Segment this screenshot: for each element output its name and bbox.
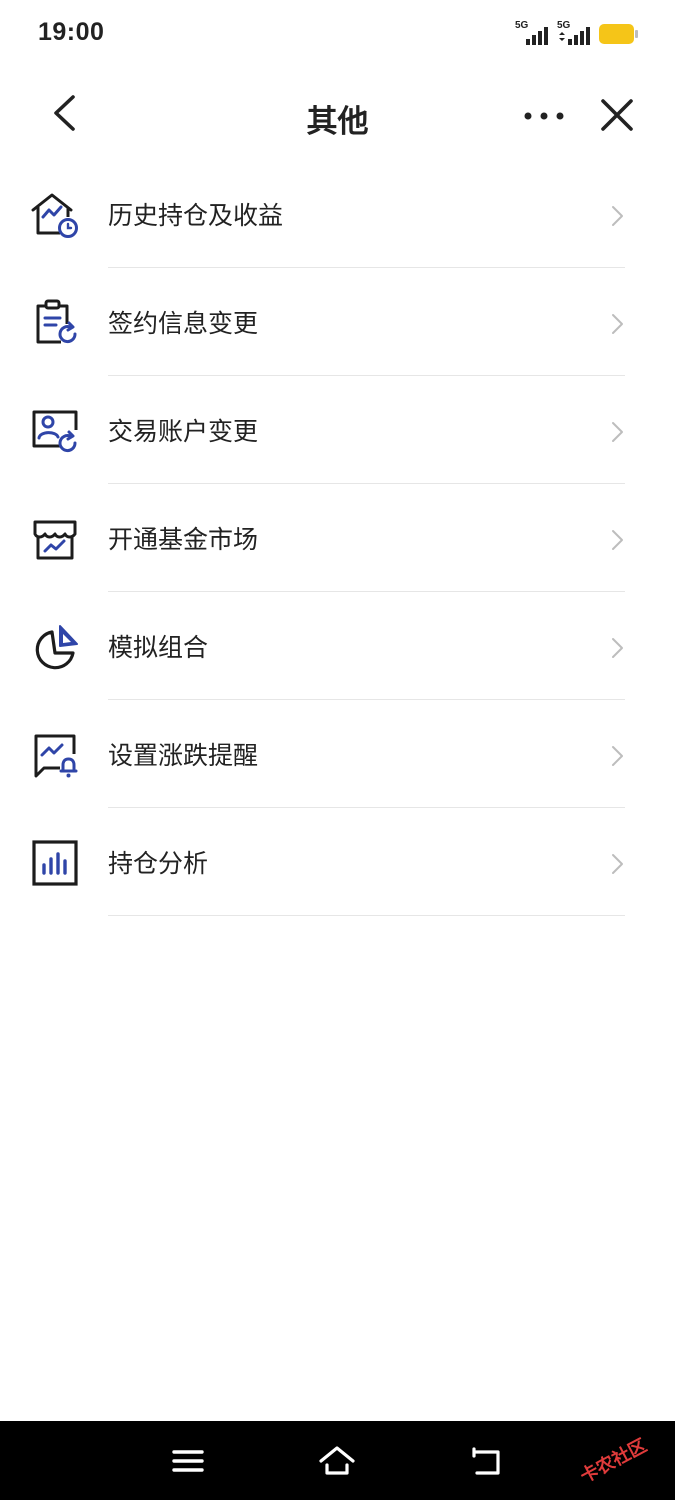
divider bbox=[108, 915, 625, 916]
menu-item-label: 开通基金市场 bbox=[108, 525, 259, 554]
menu-item-label: 历史持仓及收益 bbox=[108, 201, 284, 230]
close-icon bbox=[601, 99, 633, 131]
menu-item-label: 模拟组合 bbox=[108, 633, 209, 662]
status-icons: 5G 5G bbox=[515, 20, 639, 48]
menu-icon bbox=[172, 1450, 204, 1472]
system-navigation-bar: 卡农社区 bbox=[0, 1421, 675, 1500]
home-icon bbox=[319, 1446, 355, 1475]
back-icon bbox=[472, 1447, 500, 1475]
menu-item-label: 交易账户变更 bbox=[108, 417, 259, 446]
more-horizontal-icon bbox=[524, 112, 564, 120]
chat-chart-bell-icon bbox=[30, 730, 80, 780]
chevron-right-icon bbox=[610, 204, 626, 228]
menu-item-label: 签约信息变更 bbox=[108, 309, 259, 338]
watermark-text: 卡农社区 bbox=[576, 1435, 651, 1488]
watermark-logo: 卡农社区 bbox=[559, 1409, 675, 1500]
menu-item-history-holdings[interactable]: 历史持仓及收益 bbox=[0, 160, 675, 268]
menu-item-open-fund-market[interactable]: 开通基金市场 bbox=[0, 484, 675, 592]
status-time: 19:00 bbox=[38, 18, 105, 46]
menu-item-price-alert[interactable]: 设置涨跌提醒 bbox=[0, 700, 675, 808]
menu-item-contract-info[interactable]: 签约信息变更 bbox=[0, 268, 675, 376]
chevron-right-icon bbox=[610, 744, 626, 768]
house-chart-clock-icon bbox=[30, 190, 80, 240]
signal-icon: 5G bbox=[515, 20, 551, 47]
clipboard-refresh-icon bbox=[30, 298, 80, 348]
account-refresh-icon bbox=[30, 406, 80, 456]
back-nav-button[interactable] bbox=[468, 1443, 508, 1479]
chevron-right-icon bbox=[610, 528, 626, 552]
chevron-right-icon bbox=[610, 312, 626, 336]
chevron-right-icon bbox=[610, 852, 626, 876]
menu-item-label: 设置涨跌提醒 bbox=[108, 741, 259, 770]
pie-chart-icon bbox=[30, 622, 80, 672]
signal-icon: 5G bbox=[557, 20, 593, 47]
bar-chart-icon bbox=[30, 838, 80, 888]
sim1-network-label: 5G bbox=[515, 20, 529, 31]
header-bar: 其他 bbox=[0, 80, 675, 152]
storefront-chart-icon bbox=[30, 514, 80, 564]
menu-item-simulated-portfolio[interactable]: 模拟组合 bbox=[0, 592, 675, 700]
sim2-network-label: 5G bbox=[557, 20, 571, 31]
chevron-right-icon bbox=[610, 420, 626, 444]
chevron-right-icon bbox=[610, 636, 626, 660]
home-button[interactable] bbox=[317, 1443, 357, 1479]
more-button[interactable] bbox=[518, 100, 570, 132]
menu-item-trading-account[interactable]: 交易账户变更 bbox=[0, 376, 675, 484]
menu-item-label: 持仓分析 bbox=[108, 849, 209, 878]
page-title: 其他 bbox=[306, 104, 369, 140]
close-button[interactable] bbox=[594, 92, 640, 138]
menu-item-holdings-analysis[interactable]: 持仓分析 bbox=[0, 808, 675, 916]
menu-list: 历史持仓及收益 签约信息变更 交易账户变更 开通基金市场 模拟组合 设置涨跌提醒… bbox=[0, 160, 675, 916]
battery-icon bbox=[599, 23, 639, 45]
status-bar: 19:00 5G 5G bbox=[0, 0, 675, 70]
recent-apps-button[interactable] bbox=[168, 1443, 208, 1479]
